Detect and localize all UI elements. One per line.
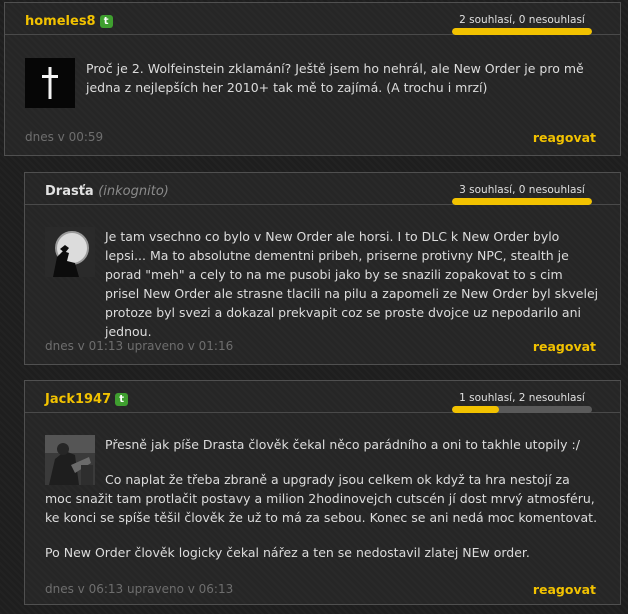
comment-header: Drasťa (inkognito) 3 souhlasí, 0 nesouhl…	[25, 173, 620, 205]
vote-bar	[452, 406, 592, 413]
comment-paragraph: Přesně jak píše Drasta člověk čekal něco…	[105, 437, 580, 452]
comment-author[interactable]: homeles8 t	[25, 14, 113, 29]
vote-count: 2 souhlasí, 0 nesouhlasí	[459, 14, 585, 26]
vote-count: 3 souhlasí, 0 nesouhlasí	[459, 184, 585, 196]
comment-paragraph: Je tam vsechno co bylo v New Order ale h…	[105, 229, 599, 339]
author-name[interactable]: Drasťa	[45, 184, 94, 199]
vote-bar-fill	[452, 28, 592, 35]
comment-paragraph: Proč je 2. Wolfeinstein zklamání? Ještě …	[86, 61, 584, 95]
comment-jack1947: Jack1947 t 1 souhlasí, 2 nesouhlasí Přesn…	[24, 380, 621, 605]
vote-bar	[452, 198, 592, 205]
vote-bar-fill	[452, 198, 592, 205]
cross-icon	[25, 58, 75, 108]
author-name[interactable]: homeles8	[25, 14, 96, 29]
comment-homeles8: homeles8 t 2 souhlasí, 0 nesouhlasí Proč …	[4, 2, 621, 156]
comment-timestamp: dnes v 06:13 upraveno v 06:13	[45, 582, 234, 596]
vote-bar	[452, 28, 592, 35]
vote-summary: 3 souhlasí, 0 nesouhlasí	[452, 184, 592, 205]
comment-paragraph: Co naplat že třeba zbraně a upgrady jsou…	[45, 472, 598, 525]
vote-bar-fill	[452, 406, 499, 413]
author-name[interactable]: Jack1947	[45, 392, 111, 407]
comment-body: Přesně jak píše Drasta člověk čekal něco…	[45, 435, 600, 562]
reply-link[interactable]: reagovat	[533, 339, 596, 354]
avatar[interactable]	[45, 227, 95, 277]
comment-author[interactable]: Drasťa (inkognito)	[45, 184, 169, 199]
author-incognito-label: (inkognito)	[98, 184, 169, 199]
vote-summary: 1 souhlasí, 2 nesouhlasí	[452, 392, 592, 413]
moon-silhouette-avatar	[45, 227, 95, 277]
comment-author[interactable]: Jack1947 t	[45, 392, 129, 407]
author-badge: t	[115, 393, 129, 406]
comment-body: Proč je 2. Wolfeinstein zklamání? Ještě …	[86, 59, 586, 97]
author-badge: t	[99, 15, 113, 28]
comment-header: Jack1947 t 1 souhlasí, 2 nesouhlasí	[25, 381, 620, 413]
comment-body: Je tam vsechno co bylo v New Order ale h…	[105, 227, 600, 341]
reply-link[interactable]: reagovat	[533, 130, 596, 145]
vote-summary: 2 souhlasí, 0 nesouhlasí	[452, 14, 592, 35]
comment-timestamp: dnes v 01:13 upraveno v 01:16	[45, 339, 234, 353]
comment-paragraph: Po New Order člověk logicky čekal nářez …	[45, 545, 530, 560]
avatar[interactable]	[25, 58, 75, 108]
comment-header: homeles8 t 2 souhlasí, 0 nesouhlasí	[5, 3, 620, 35]
reply-link[interactable]: reagovat	[533, 582, 596, 597]
comment-drasta: Drasťa (inkognito) 3 souhlasí, 0 nesouhl…	[24, 172, 621, 365]
vote-count: 1 souhlasí, 2 nesouhlasí	[459, 392, 585, 404]
comment-timestamp: dnes v 00:59	[25, 130, 104, 144]
